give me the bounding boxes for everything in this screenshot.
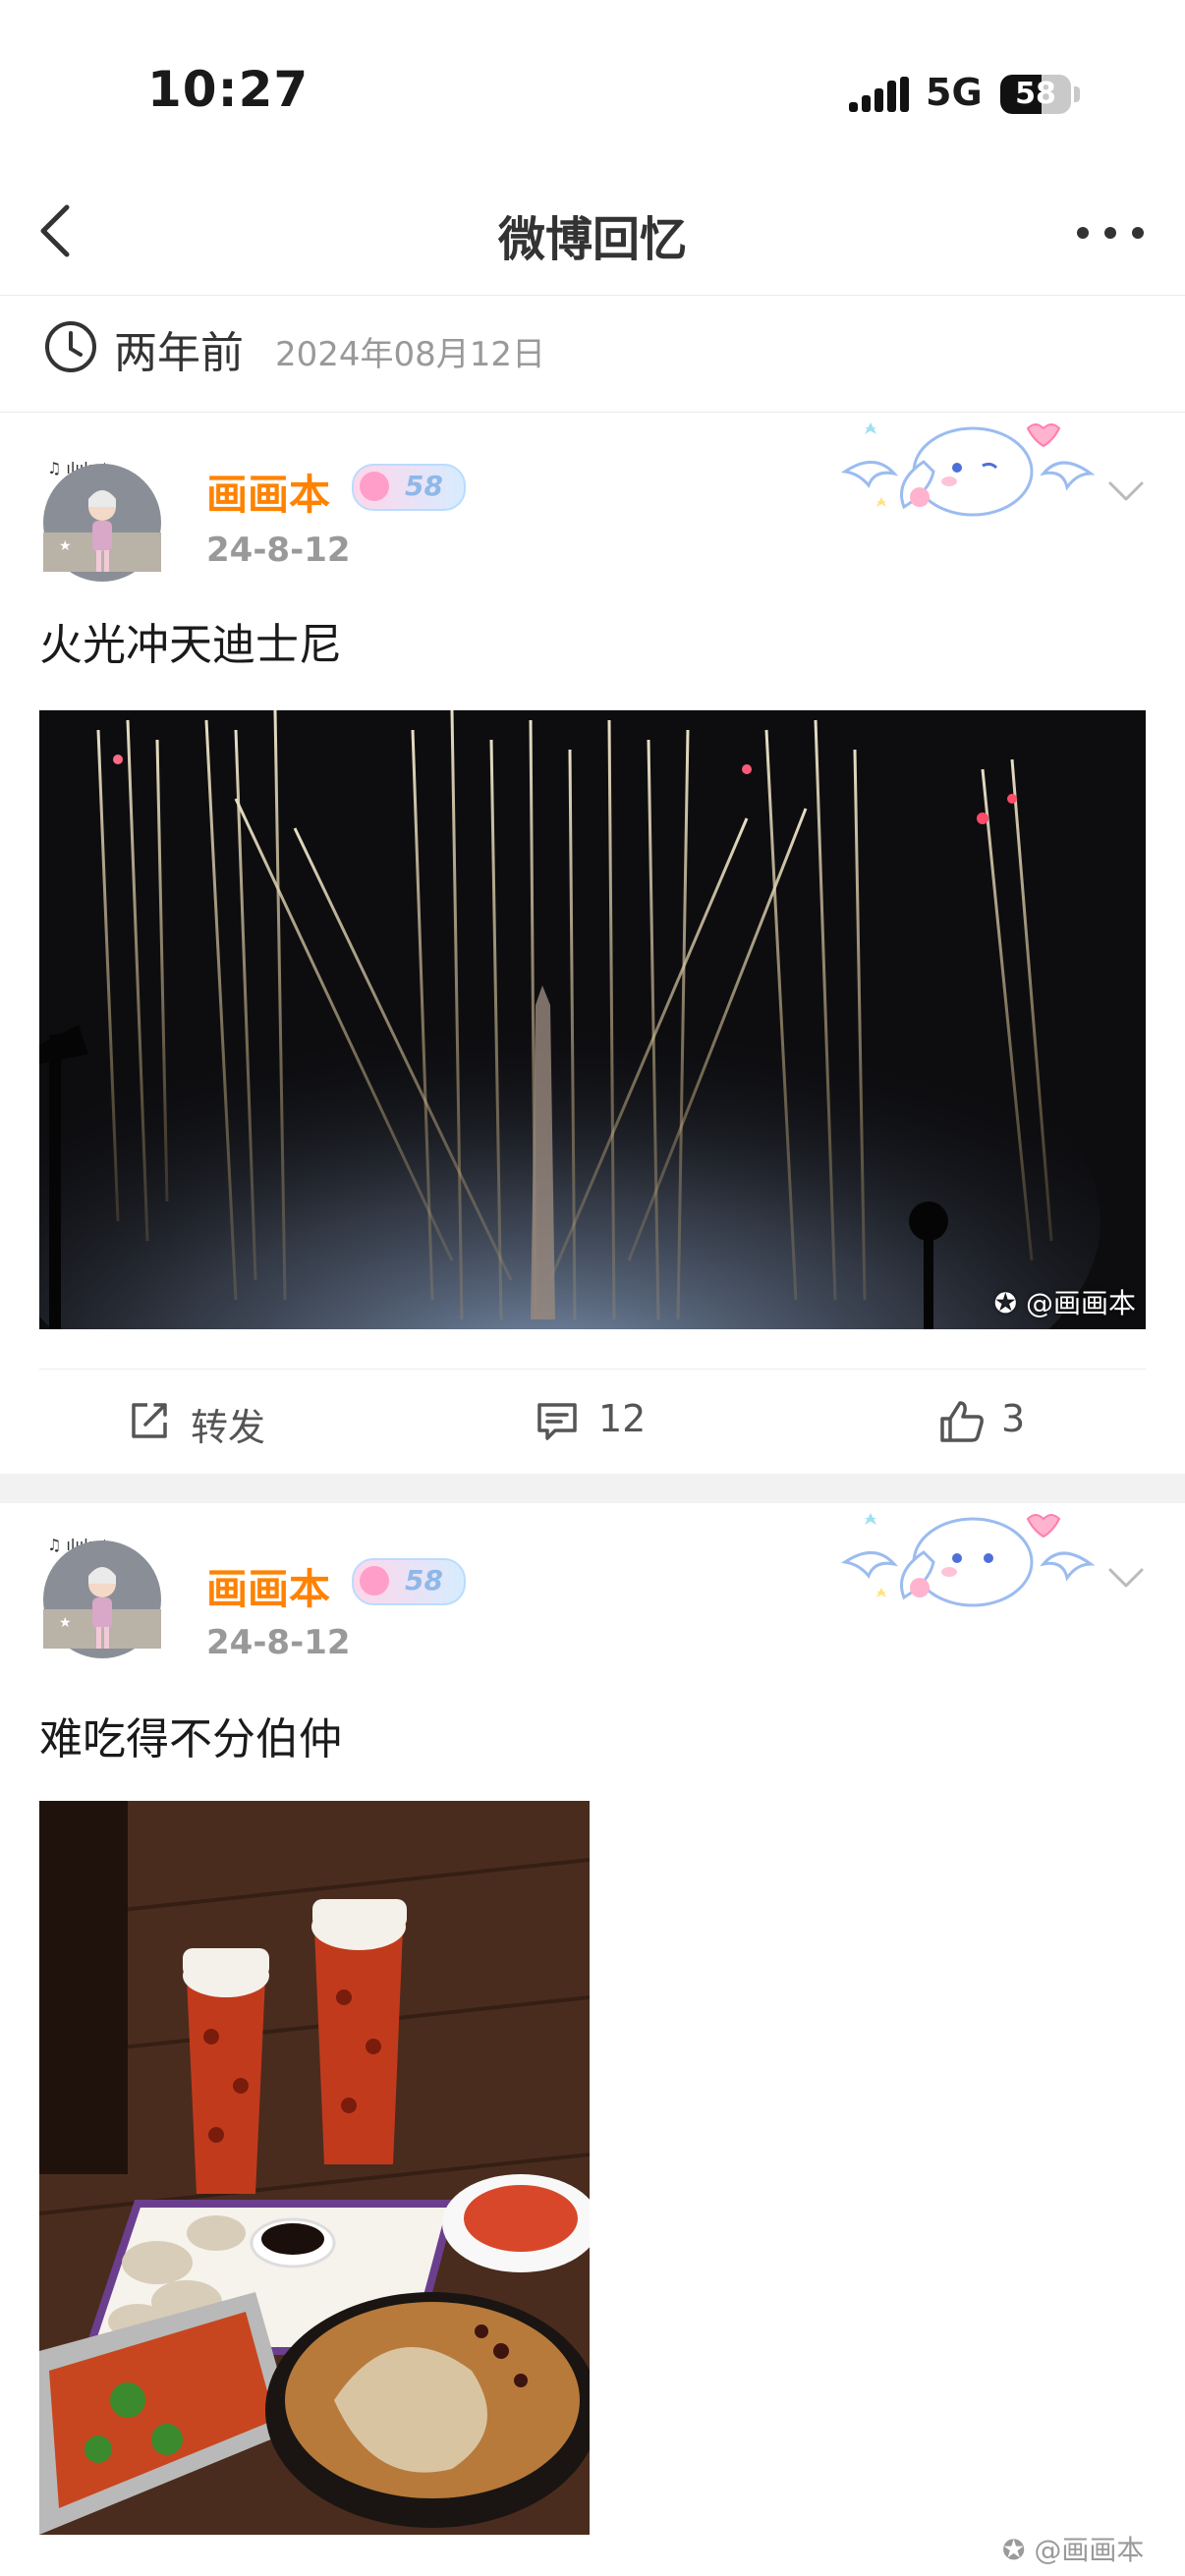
network-type: 5G — [926, 71, 983, 114]
battery-nub — [1074, 86, 1080, 102]
thumbs-up-icon — [940, 1401, 984, 1442]
username[interactable]: 画画本 — [206, 1556, 330, 1616]
chevron-down-icon[interactable] — [1106, 477, 1146, 505]
avatar[interactable]: ♫ ılıılı ★ ★ — [39, 452, 165, 582]
page-title: 微博回忆 — [497, 212, 687, 267]
username[interactable]: 画画本 — [206, 462, 330, 522]
comment-button[interactable]: 12 — [536, 1395, 693, 1450]
cinnamoroll-sticker-icon — [840, 422, 1096, 517]
food-photo — [39, 1801, 590, 2535]
status-time: 10:27 — [147, 61, 310, 118]
member-badge: 58 — [352, 1558, 466, 1605]
member-badge-level: 58 — [405, 470, 443, 502]
repost-button[interactable]: 转发 — [128, 1395, 324, 1450]
memory-header: 两年前 2024年08月12日 — [0, 296, 1185, 413]
like-button[interactable]: 3 — [938, 1395, 1076, 1450]
status-bar: 10:27 5G 58 — [0, 0, 1185, 167]
cinnamoroll-sticker-icon — [840, 1513, 1096, 1607]
like-count: 3 — [1001, 1397, 1026, 1440]
post-card: ♫ ılıılı ★ ★ 画画本 58 24-8-12 难吃得不分伯仲 — [0, 1503, 1185, 2576]
battery-icon: 58 — [1000, 75, 1071, 114]
page-watermark-text: @画画本 — [1034, 2534, 1145, 2566]
battery-level: 58 — [1015, 77, 1056, 111]
signal-icon — [849, 77, 909, 112]
repost-icon — [132, 1403, 167, 1438]
page-watermark: ✪ @画画本 — [1002, 2534, 1145, 2566]
chevron-down-icon[interactable] — [1106, 1564, 1146, 1592]
svg-text:★: ★ — [59, 538, 72, 554]
svg-text:★: ★ — [59, 1615, 72, 1631]
more-options-icon[interactable] — [1071, 211, 1150, 251]
post-image[interactable] — [39, 1801, 590, 2535]
clock-icon — [45, 321, 96, 372]
post-image[interactable]: ✪ @画画本 — [39, 710, 1146, 1329]
post-date: 24-8-12 — [206, 531, 351, 570]
post-text: 火光冲天迪士尼 — [39, 620, 342, 670]
card-separator — [0, 1474, 1185, 1503]
comment-count: 12 — [598, 1397, 647, 1440]
image-watermark-text: @画画本 — [1025, 1287, 1136, 1319]
image-watermark: ✪ @画画本 — [993, 1287, 1136, 1319]
post-card: ♫ ılıılı ★ ★ 画画本 58 24-8-12 火光冲天迪士尼 ✪ @画… — [0, 413, 1185, 1474]
fireworks-photo — [39, 710, 1146, 1329]
post-actions: 转发 12 3 — [39, 1369, 1146, 1478]
member-badge: 58 — [352, 464, 466, 511]
post-text: 难吃得不分伯仲 — [39, 1714, 342, 1764]
memory-date: 2024年08月12日 — [275, 335, 546, 374]
comment-icon — [537, 1403, 577, 1440]
avatar[interactable]: ♫ ılıılı ★ ★ — [39, 1529, 165, 1658]
repost-label: 转发 — [191, 1406, 266, 1449]
memory-ago: 两年前 — [114, 328, 244, 378]
post-date: 24-8-12 — [206, 1623, 351, 1662]
member-badge-level: 58 — [405, 1564, 443, 1596]
nav-bar: 微博回忆 — [0, 167, 1185, 296]
